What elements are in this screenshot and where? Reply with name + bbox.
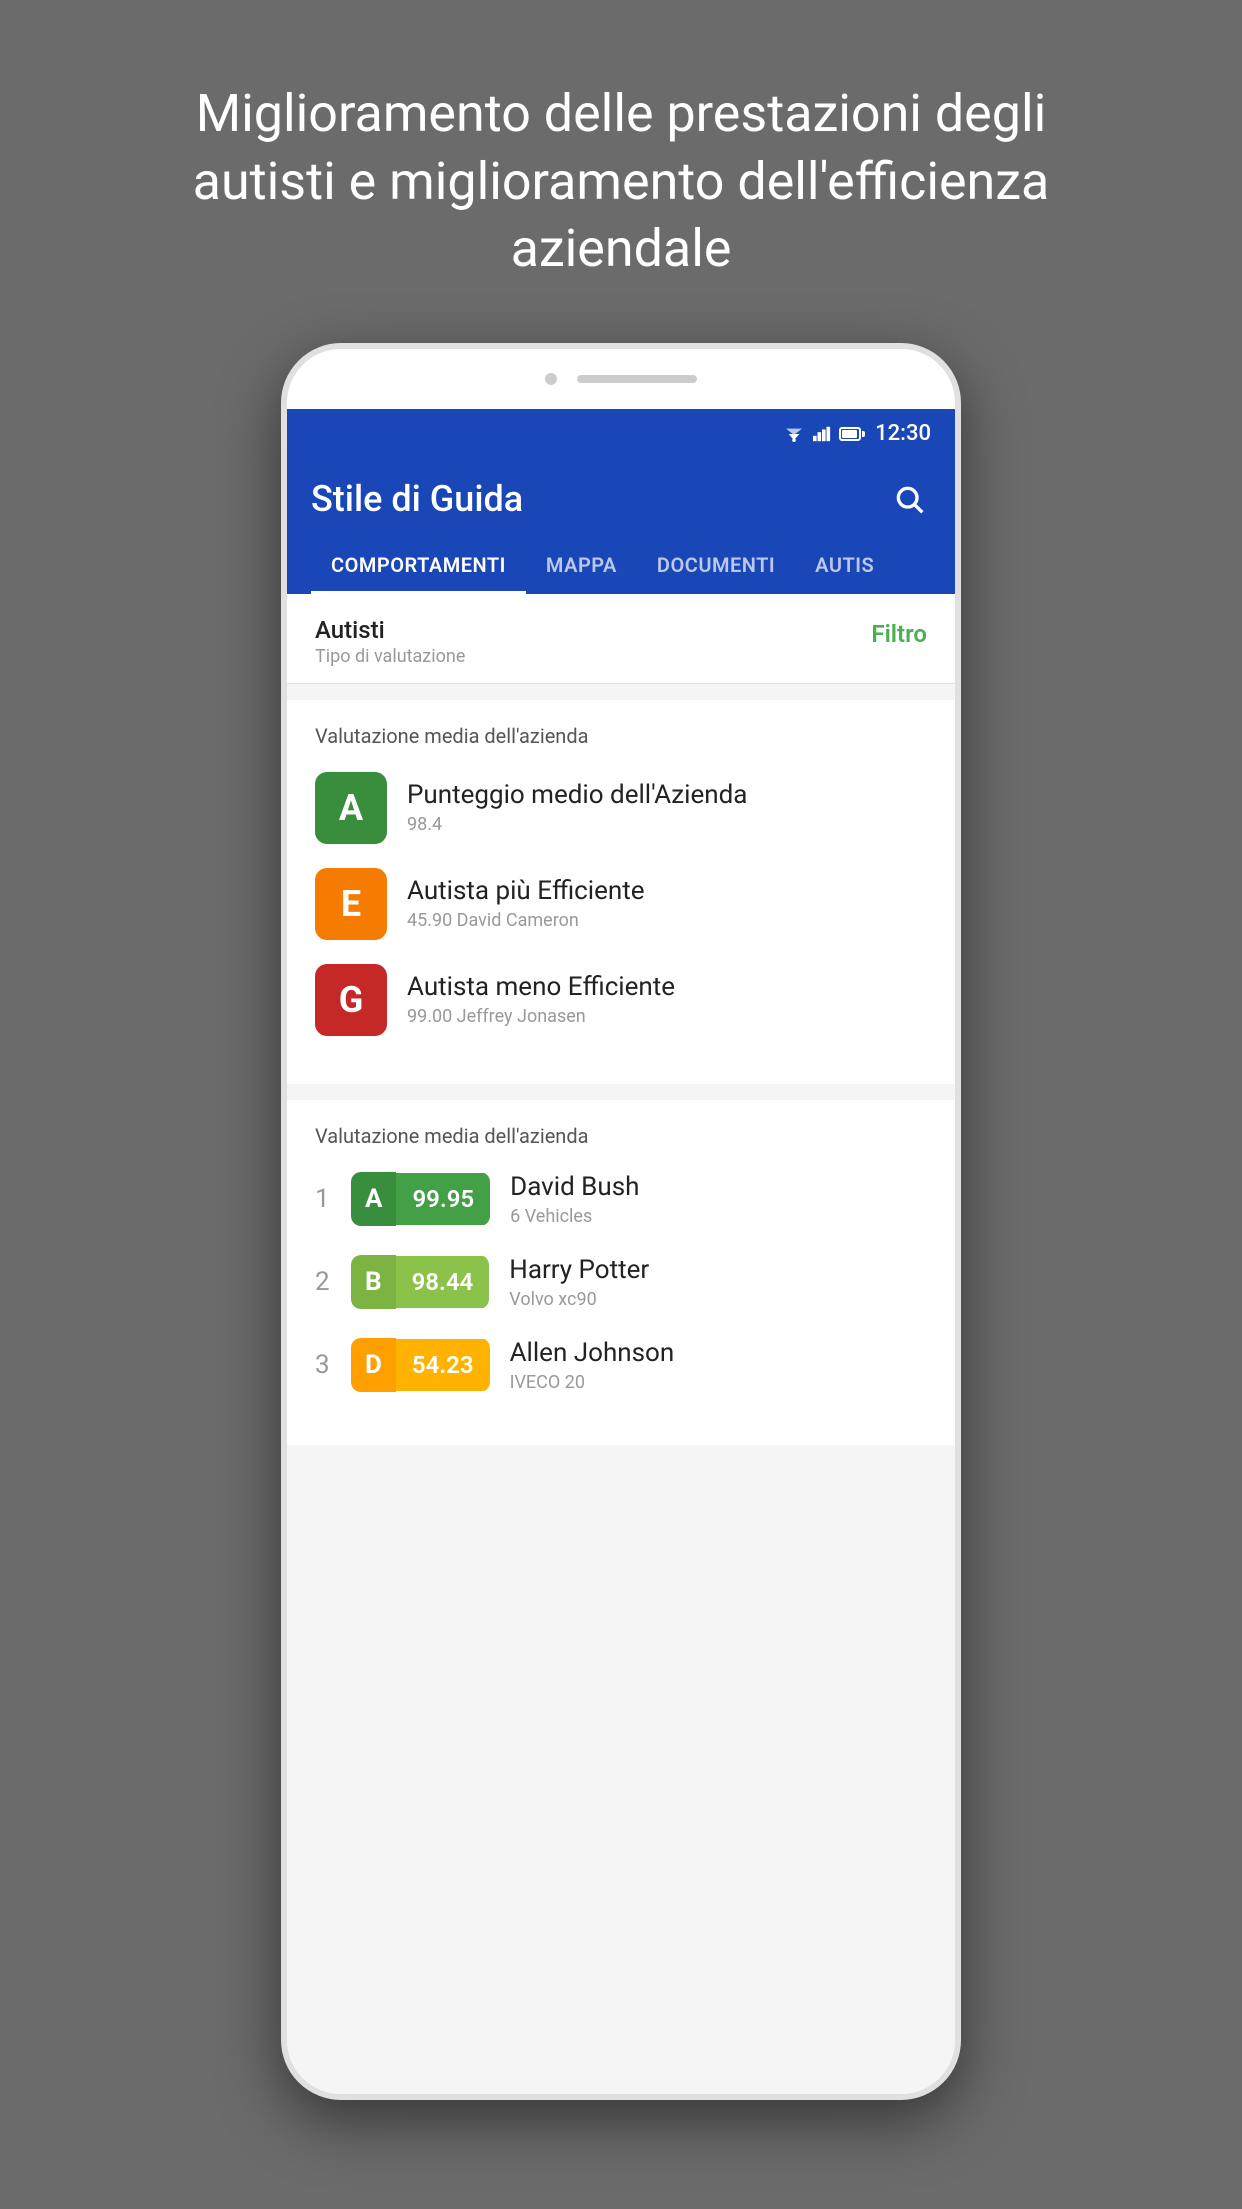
signal-icon bbox=[813, 426, 831, 442]
search-icon bbox=[893, 483, 925, 515]
rank-info-2: Harry Potter Volvo xc90 bbox=[509, 1255, 649, 1310]
rating-badge-a: A bbox=[315, 772, 387, 844]
headline-text: Miglioramento delle prestazioni degli au… bbox=[0, 0, 1242, 343]
rating-item-best: E Autista più Efficiente 45.90 David Cam… bbox=[315, 868, 927, 940]
rank-letter-2: B bbox=[351, 1255, 396, 1309]
rank-pill-1: A 99.95 bbox=[351, 1172, 490, 1226]
filter-row: Autisti Tipo di valutazione Filtro bbox=[315, 616, 927, 667]
status-icons: 12:30 bbox=[783, 421, 931, 446]
rank-number-2: 2 bbox=[315, 1267, 351, 1297]
status-time: 12:30 bbox=[875, 421, 931, 446]
company-rating-title: Valutazione media dell'azienda bbox=[315, 724, 927, 748]
ranking-card: Valutazione media dell'azienda 1 A 99.95… bbox=[287, 1100, 955, 1445]
rating-title-avg: Punteggio medio dell'Azienda bbox=[407, 780, 747, 810]
speaker-bar bbox=[577, 375, 697, 383]
phone-mockup: 12:30 Stile di Guida COMPORTAMENTI bbox=[281, 343, 961, 2100]
status-bar: 12:30 bbox=[287, 409, 955, 459]
app-bar: Stile di Guida COMPORTAMENTI MAPPA DOCUM… bbox=[287, 459, 955, 594]
filter-labels: Autisti Tipo di valutazione bbox=[315, 616, 465, 667]
filter-main-label: Autisti bbox=[315, 616, 465, 644]
rank-item-3: 3 D 54.23 Allen Johnson IVECO 20 bbox=[315, 1338, 927, 1393]
rank-sub-3: IVECO 20 bbox=[510, 1372, 675, 1393]
rank-score-3: 54.23 bbox=[396, 1339, 490, 1391]
phone-frame: 12:30 Stile di Guida COMPORTAMENTI bbox=[281, 343, 961, 2100]
rating-info-worst: Autista meno Efficiente 99.00 Jeffrey Jo… bbox=[407, 972, 675, 1027]
ranking-section-title: Valutazione media dell'azienda bbox=[315, 1124, 927, 1148]
rank-letter-3: D bbox=[351, 1338, 396, 1392]
company-rating-card: Valutazione media dell'azienda A Puntegg… bbox=[287, 700, 955, 1084]
filter-button[interactable]: Filtro bbox=[871, 616, 927, 652]
rank-letter-1: A bbox=[351, 1172, 396, 1226]
rank-name-3: Allen Johnson bbox=[510, 1338, 675, 1368]
tab-mappa[interactable]: MAPPA bbox=[526, 539, 637, 594]
rank-name-2: Harry Potter bbox=[509, 1255, 649, 1285]
rating-title-best: Autista più Efficiente bbox=[407, 876, 645, 906]
rating-item-worst: G Autista meno Efficiente 99.00 Jeffrey … bbox=[315, 964, 927, 1036]
rating-title-worst: Autista meno Efficiente bbox=[407, 972, 675, 1002]
rating-sub-avg: 98.4 bbox=[407, 814, 747, 835]
wifi-icon bbox=[783, 426, 805, 442]
rank-name-1: David Bush bbox=[510, 1172, 639, 1202]
rank-item-1: 1 A 99.95 David Bush 6 Vehicles bbox=[315, 1172, 927, 1227]
rank-sub-1: 6 Vehicles bbox=[510, 1206, 639, 1227]
filter-sub-label: Tipo di valutazione bbox=[315, 646, 465, 667]
tab-comportamenti[interactable]: COMPORTAMENTI bbox=[311, 539, 526, 594]
app-title: Stile di Guida bbox=[311, 478, 523, 520]
app-bar-top: Stile di Guida bbox=[311, 477, 931, 521]
rank-item-2: 2 B 98.44 Harry Potter Volvo xc90 bbox=[315, 1255, 927, 1310]
rank-number-3: 3 bbox=[315, 1350, 351, 1380]
tab-autis[interactable]: AUTIS bbox=[795, 539, 894, 594]
rating-sub-worst: 99.00 Jeffrey Jonasen bbox=[407, 1006, 675, 1027]
rank-pill-3: D 54.23 bbox=[351, 1338, 490, 1392]
rating-badge-g: G bbox=[315, 964, 387, 1036]
tab-bar: COMPORTAMENTI MAPPA DOCUMENTI AUTIS bbox=[311, 539, 931, 594]
rank-score-2: 98.44 bbox=[396, 1256, 490, 1308]
phone-notch bbox=[287, 349, 955, 409]
filter-section: Autisti Tipo di valutazione Filtro bbox=[287, 594, 955, 684]
battery-icon bbox=[839, 427, 861, 441]
tab-documenti[interactable]: DOCUMENTI bbox=[637, 539, 795, 594]
phone-screen: 12:30 Stile di Guida COMPORTAMENTI bbox=[287, 409, 955, 2094]
search-button[interactable] bbox=[887, 477, 931, 521]
rating-item-avg: A Punteggio medio dell'Azienda 98.4 bbox=[315, 772, 927, 844]
rank-pill-2: B 98.44 bbox=[351, 1255, 489, 1309]
rating-badge-e: E bbox=[315, 868, 387, 940]
rank-info-3: Allen Johnson IVECO 20 bbox=[510, 1338, 675, 1393]
rank-number-1: 1 bbox=[315, 1184, 351, 1214]
front-camera bbox=[545, 373, 557, 385]
rating-sub-best: 45.90 David Cameron bbox=[407, 910, 645, 931]
main-content: Autisti Tipo di valutazione Filtro Valut… bbox=[287, 594, 955, 2094]
rank-info-1: David Bush 6 Vehicles bbox=[510, 1172, 639, 1227]
rank-score-1: 99.95 bbox=[396, 1173, 490, 1225]
rank-sub-2: Volvo xc90 bbox=[509, 1289, 649, 1310]
rating-info-best: Autista più Efficiente 45.90 David Camer… bbox=[407, 876, 645, 931]
rating-info-avg: Punteggio medio dell'Azienda 98.4 bbox=[407, 780, 747, 835]
